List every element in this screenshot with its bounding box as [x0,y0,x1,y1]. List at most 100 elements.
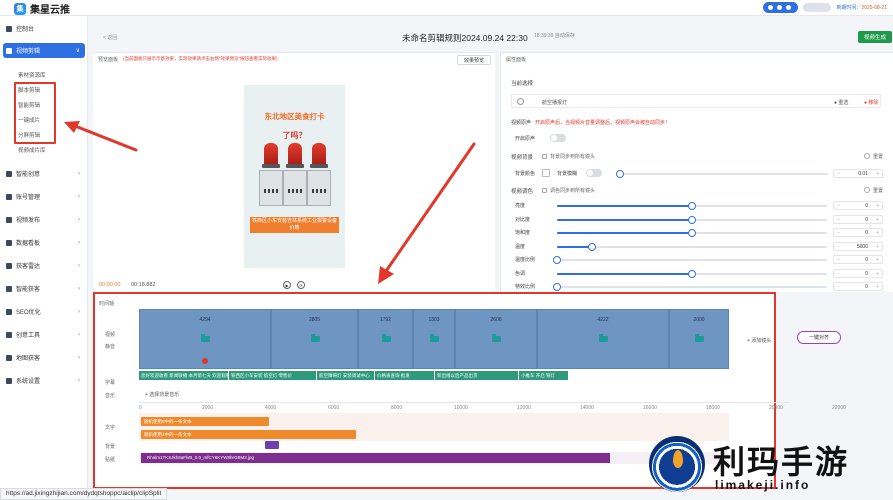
video-clip[interactable]: 4222 [537,309,669,369]
plus-icon[interactable]: + [876,217,879,223]
sidebar-item-map-acquire[interactable]: 地图获客 › [3,350,85,365]
subtitle-clip[interactable]: 价格表查询 批发 [375,371,435,380]
back-link[interactable]: < 返回 [103,34,117,41]
adjust-stepper[interactable]: − 0 + [833,201,883,210]
plus-icon[interactable]: + [876,171,879,177]
sidebar-item-settings[interactable]: 系统设置 › [3,373,85,388]
adjust-stepper[interactable]: − 5000 + [833,241,883,251]
slider-knob[interactable] [688,202,696,210]
sidebar-item-creative-tools[interactable]: 创意工具 › [3,327,85,342]
slider-knob[interactable] [616,170,624,178]
adjust-stepper[interactable]: − 0 + [833,268,883,278]
bg-blur-toggle[interactable] [586,169,602,177]
minus-icon[interactable]: − [837,203,840,209]
minus-icon[interactable]: − [837,257,840,263]
slider-knob[interactable] [688,229,696,237]
plus-icon[interactable]: + [876,203,879,209]
slider-knob[interactable] [588,242,597,251]
one-click-align-button[interactable]: 一键对齐 [797,331,841,344]
video-clip[interactable]: 2000 [669,309,729,369]
generate-video-button[interactable]: 视频生成 [858,31,892,43]
sidebar-item-seo[interactable]: SEO优化 › [3,304,85,319]
play-icon[interactable]: ▶ [283,281,291,289]
brand[interactable]: 集 集星云推 [14,1,70,16]
slider-knob[interactable] [553,283,561,291]
adjust-slider[interactable] [557,202,827,210]
time-ruler[interactable]: 0 2000 4000 6000 8000 10000 12000 14000 16000 180… [139,402,846,412]
adjust-stepper[interactable]: − 0 + [833,228,883,237]
minus-icon[interactable]: − [837,271,840,277]
ruler-tick: 20000 [769,405,783,411]
sidebar-sub-video-library[interactable]: 视频成片库 [18,146,46,154]
track-background-label: 背景 [105,444,116,450]
sidebar-item-accounts[interactable]: 账号管理 › [3,189,85,204]
adjust-reset-button[interactable]: 重置 [873,187,883,194]
sidebar-item-dashboard[interactable]: 控制台 [3,21,85,36]
add-clip-button[interactable]: + 添加镜头 [747,337,771,344]
effect-preview-button[interactable]: 效果预览 [457,55,491,65]
video-clip[interactable]: 4294 [139,309,271,369]
image-clip[interactable]: Rhalm1TKSJkh8aFlvB_0.0_mfCY6KYW8hrGBM2.j… [141,453,610,463]
slider-knob[interactable] [688,269,696,278]
plus-icon[interactable]: + [876,230,879,236]
adjust-stepper[interactable]: − 0 + [833,282,883,291]
select-music-button[interactable]: + 选择背景音乐 [145,391,179,398]
reselect-button[interactable]: ● 重选 [834,99,848,106]
text-clip[interactable]: 随机使用6中的一条文本 [141,417,269,426]
voice-select-row[interactable]: 航空播报灯 ● 重选 ● 移除 [511,94,881,108]
adjust-stepper[interactable]: − 0 + [833,214,883,224]
sidebar-item-smart-creative[interactable]: 智能创意 › [3,166,85,181]
page-title[interactable]: 未命名剪辑规则2024.09.24 22:30 [402,32,528,44]
subtitle-clip[interactable]: 新出线以后产品出货 [435,371,519,380]
subtitle-clip[interactable]: 小推车 开启 铁灯 [519,371,569,380]
sidebar-sub-material-library[interactable]: 素材资源库 [18,71,46,79]
background-clip[interactable] [265,441,279,449]
adjust-stepper[interactable]: − 0 + [833,255,883,264]
bg-sync-checkbox[interactable] [542,154,547,159]
sidebar-item-publish[interactable]: 视频发布 › [3,212,85,227]
minus-icon[interactable]: − [837,217,840,223]
bg-blur-slider[interactable] [616,170,828,178]
video-preview[interactable]: 东北地区美食打卡 了吗？ 铁西区小车安装吉林系统工业报警设备价格 [244,85,345,268]
slider-knob[interactable] [688,215,696,224]
bg-reset-button[interactable]: 重置 [873,153,883,160]
adjust-slider[interactable] [557,215,827,224]
video-clip[interactable]: 2606 [455,309,537,369]
avatar[interactable] [803,3,832,12]
adjust-slider[interactable] [553,283,827,291]
adjust-reset-icon[interactable] [864,187,870,193]
video-clip[interactable]: 1792 [358,309,413,369]
sidebar-item-video-edit[interactable]: 视频剪辑 ∨ [3,43,85,58]
original-sound-toggle[interactable] [550,134,566,142]
subtitle-clip[interactable]: 铁西区小车安装 航空灯 零售价 [229,371,317,380]
adjust-sync-checkbox[interactable] [542,188,547,193]
adjust-slider[interactable] [557,229,827,237]
plus-icon[interactable]: + [876,244,879,250]
bg-blur-stepper[interactable]: − 0.01 + [833,169,883,178]
sidebar-item-data-board[interactable]: 数据看板 › [3,235,85,250]
reload-icon[interactable]: ⟳ [297,281,305,289]
video-clip[interactable]: 1303 [413,309,455,369]
track-mute-label[interactable]: 静音 [105,343,115,350]
minus-icon[interactable]: − [837,284,840,290]
minus-icon[interactable]: − [837,244,840,250]
text-clip[interactable]: 随机使用2中的一条文本 [141,430,356,439]
plus-icon[interactable]: + [876,257,879,263]
adjust-slider[interactable] [557,269,827,278]
video-clip[interactable]: 2805 [271,309,358,369]
subtitle-clip[interactable]: 航空障碍灯 安装调试中心 [317,371,375,380]
bg-reset-icon[interactable] [864,153,870,159]
sidebar-item-radar[interactable]: 获客雷达 › [3,258,85,273]
subtitle-clip[interactable]: 您好欢迎收看 新闻联播 本月第七天 欢迎观看 [139,371,229,380]
minus-icon[interactable]: − [837,171,840,177]
sidebar-item-smart-acquire[interactable]: 智能获客 › [3,281,85,296]
slider-knob[interactable] [553,256,561,264]
remove-button[interactable]: ● 移除 [864,99,878,106]
bg-color-picker[interactable] [542,169,550,177]
user-toggle[interactable] [763,2,799,13]
adjust-slider[interactable] [553,256,827,264]
adjust-slider[interactable] [557,242,827,251]
plus-icon[interactable]: + [876,284,879,290]
minus-icon[interactable]: − [837,230,840,236]
plus-icon[interactable]: + [876,271,879,277]
